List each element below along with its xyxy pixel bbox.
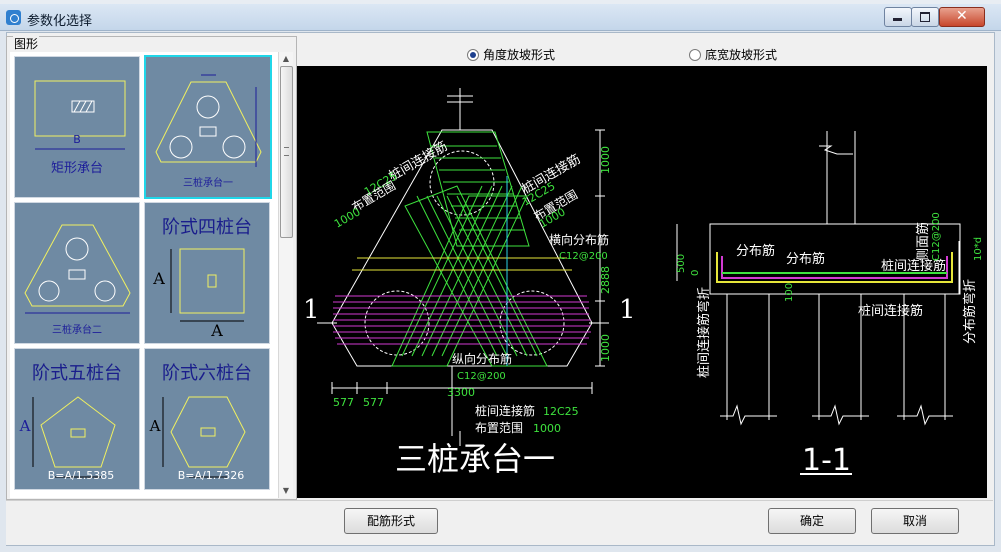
thumb-caption: 三桩承台一 bbox=[183, 178, 233, 189]
minimize-icon bbox=[893, 18, 902, 21]
radio-width-slope[interactable]: 底宽放坡形式 bbox=[689, 46, 777, 63]
window-title: 参数化选择 bbox=[27, 14, 93, 29]
thumb-rect-cap[interactable]: B 矩形承台 bbox=[14, 56, 140, 198]
thumb-dim-a: A bbox=[149, 417, 161, 435]
thumb-caption: 阶式六桩台 bbox=[162, 363, 252, 384]
section-dim-10d: 10*d bbox=[973, 237, 984, 261]
scroll-down-icon[interactable]: ▼ bbox=[279, 484, 293, 498]
thumb-stepped-four-pile[interactable]: 阶式四桩台 A A bbox=[144, 202, 270, 344]
thumb-caption: 矩形承台 bbox=[50, 161, 103, 176]
section-dist-2: 分布筋 bbox=[786, 251, 825, 267]
section-dist-1: 分布筋 bbox=[736, 243, 775, 259]
section-bent-left: 桩间连接筋弯折 bbox=[696, 287, 712, 378]
radio-label: 角度放坡形式 bbox=[483, 48, 556, 62]
section-side-spec: C12@200 bbox=[931, 212, 942, 261]
close-button[interactable]: ✕ bbox=[939, 7, 985, 27]
app-icon bbox=[6, 10, 21, 25]
radio-label: 底宽放坡形式 bbox=[705, 48, 778, 62]
plan-longitudinal-spec: C12@200 bbox=[457, 371, 506, 382]
plan-dim-right-3: 1000 bbox=[599, 334, 612, 362]
thumb-dim-a: A bbox=[153, 269, 165, 288]
drawing-canvas: 桩间连接筋 12C25 布置范围 1000 桩间连接筋 12C25 布置范围 1… bbox=[297, 66, 987, 498]
thumb-dim-label: B bbox=[73, 133, 81, 146]
section-dim-500: 500 bbox=[676, 254, 687, 273]
section-bent-right: 分布筋弯折 bbox=[962, 279, 978, 344]
thumb-stepped-six-pile[interactable]: 阶式六桩台 A B=A/1.7326 bbox=[144, 348, 270, 490]
thumb-dim-a: A bbox=[19, 417, 31, 435]
thumb-three-pile-cap-1[interactable]: 三桩承台一 bbox=[144, 55, 272, 199]
thumb-caption: 阶式五桩台 bbox=[32, 363, 122, 384]
maximize-icon bbox=[920, 12, 930, 22]
section-dim-100: 100 bbox=[784, 283, 795, 302]
scroll-up-icon[interactable]: ▲ bbox=[279, 52, 293, 66]
slope-option-bar: 角度放坡形式 底宽放坡形式 bbox=[297, 40, 987, 64]
plan-transverse-spec: C12@200 bbox=[559, 251, 608, 262]
plan-title: 三桩承台一 bbox=[395, 440, 555, 478]
drawing-svg: 桩间连接筋 12C25 布置范围 1000 桩间连接筋 12C25 布置范围 1… bbox=[303, 88, 984, 478]
plan-dim-bottom-2: 577 bbox=[363, 396, 384, 409]
minimize-button[interactable] bbox=[884, 7, 912, 27]
plan-bottom-bar-spec: 12C25 bbox=[543, 405, 579, 418]
title-bar[interactable]: 参数化选择 ✕ bbox=[0, 4, 1001, 31]
plan-bottom-range-val: 1000 bbox=[533, 422, 561, 435]
rebar-form-button[interactable]: 配筋形式 bbox=[344, 508, 438, 534]
plan-dim-right-1: 1000 bbox=[599, 146, 612, 174]
figure-group-label: 图形 bbox=[13, 35, 40, 52]
radio-dot-icon bbox=[689, 48, 701, 61]
thumb-caption: 三桩承台二 bbox=[52, 325, 102, 336]
thumb-dim-b: A bbox=[211, 321, 223, 340]
plan-bottom-bar-label: 桩间连接筋 bbox=[475, 403, 535, 418]
thumb-formula: B=A/1.7326 bbox=[177, 469, 245, 482]
radio-angle-slope[interactable]: 角度放坡形式 bbox=[467, 46, 555, 63]
plan-bottom-range-label: 布置范围 bbox=[475, 421, 523, 435]
plan-longitudinal-label: 纵向分布筋 bbox=[452, 351, 512, 366]
ok-button[interactable]: 确定 bbox=[768, 508, 856, 534]
section-pile-bar-2: 桩间连接筋 bbox=[858, 303, 923, 319]
thumbnail-scrollbar[interactable]: ▲ ▼ bbox=[278, 52, 293, 498]
plan-label-left-range-val: 1000 bbox=[332, 205, 363, 230]
radio-dot-icon bbox=[467, 48, 479, 61]
grip-icon bbox=[284, 147, 289, 156]
section-title: 1-1 bbox=[802, 443, 851, 478]
section-mark-right: 1 bbox=[619, 295, 636, 325]
scroll-thumb[interactable] bbox=[280, 66, 293, 238]
rect-cap-preview bbox=[34, 80, 126, 150]
section-dim-0: 0 bbox=[690, 270, 701, 276]
cancel-button[interactable]: 取消 bbox=[871, 508, 959, 534]
section-side-bar: 侧面筋 bbox=[915, 222, 931, 261]
close-icon: ✕ bbox=[956, 8, 968, 24]
plan-dim-total: 3300 bbox=[447, 386, 475, 399]
thumb-formula: B=A/1.5385 bbox=[47, 469, 115, 482]
thumb-caption: 阶式四桩台 bbox=[162, 217, 252, 238]
plan-dim-bottom-1: 577 bbox=[333, 396, 354, 409]
plan-dim-right-2: 2888 bbox=[599, 266, 612, 294]
thumbnail-list[interactable]: B 矩形承台 三桩承台一 三桩承台二 阶式四桩台 A A 阶式五桩台 A B=A… bbox=[10, 52, 278, 498]
maximize-button[interactable] bbox=[911, 7, 939, 27]
plan-transverse-label: 横向分布筋 bbox=[549, 232, 609, 247]
section-mark-left: 1 bbox=[303, 295, 320, 325]
